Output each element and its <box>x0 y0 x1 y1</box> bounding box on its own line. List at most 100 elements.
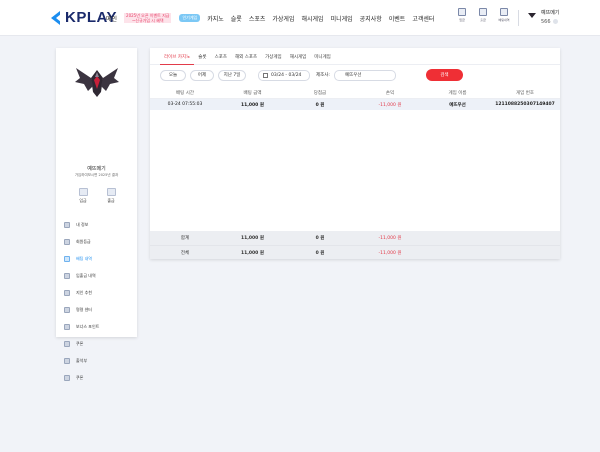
profile-name: 예뜨메기 <box>87 166 106 172</box>
user-menu[interactable]: 예뜨메기 566 <box>528 9 559 25</box>
nav-item-virtual[interactable]: 가상게임 <box>272 14 294 23</box>
sidebar-item-attendance[interactable]: 출석부 <box>64 352 134 369</box>
tab-mini[interactable]: 미니게임 <box>310 48 335 65</box>
chip-icon <box>458 8 466 16</box>
col-header-game-number: 게임 번호 <box>516 91 534 96</box>
cell-game-number: 1211088250307149407 <box>495 102 555 107</box>
top-navigation-bar: KPLAY 메인 2025년 오픈 이벤트 지급 ~신규가입 시 혜택 인기게임… <box>0 0 600 36</box>
deposit-icon <box>78 188 88 196</box>
col-header-profit: 손익 <box>385 91 395 96</box>
search-button[interactable]: 검색 <box>425 69 463 81</box>
tab-slot[interactable]: 슬롯 <box>194 48 210 65</box>
cell-profit: -11,000 원 <box>378 102 402 108</box>
calendar-icon <box>263 72 268 78</box>
sidebar-item-label: 명령 센터 <box>76 306 92 312</box>
message-icon <box>64 306 70 313</box>
coin-icon <box>552 19 558 24</box>
sidebar-item-label: 내 정보 <box>76 221 89 227</box>
bet-history-panel: 라이브 카지노 슬롯 스포츠 해외 스포츠 가상게임 해시게임 미니게임 오늘 … <box>150 48 560 259</box>
sidebar-item-label: 보너스 포인트 <box>76 323 100 329</box>
user-name: 예뜨메기 <box>541 10 560 16</box>
withdraw-button[interactable]: 출금 <box>104 188 118 204</box>
date-range-input[interactable]: 03/24 - 03/24 <box>258 69 310 81</box>
summary-profit: -11,000 원 <box>378 236 402 241</box>
avatar-icon <box>528 13 537 19</box>
sidebar-item-coupon-2[interactable]: 쿠폰 <box>64 369 134 386</box>
list-icon <box>64 255 70 262</box>
summary-bet-amount: 11,000 원 <box>240 236 265 241</box>
game-select-value: 예뜨우선 <box>344 73 362 78</box>
game-select[interactable]: 예뜨우선 <box>333 69 396 81</box>
promo-banner[interactable]: 2025년 오픈 이벤트 지급 ~신규가입 시 혜택 <box>124 13 172 23</box>
nav-item-main[interactable]: 메인 <box>106 14 117 23</box>
filter-today-button[interactable]: 오늘 <box>160 69 186 81</box>
sidebar-item-membership[interactable]: 회원등급 <box>64 233 134 250</box>
deposit-label: 입금 <box>79 198 87 203</box>
history-quick-button[interactable]: 베팅내역 <box>494 8 514 22</box>
nav-item-support[interactable]: 고객센터 <box>412 14 434 23</box>
sidebar-item-transactions[interactable]: 입출금 내역 <box>64 267 134 284</box>
rank-emblem-icon <box>75 68 119 97</box>
nav-tag-popular[interactable]: 인기게임 <box>179 14 201 22</box>
table-header: 배팅 시간 배팅 금액 당첨금 손익 게임 이름 게임 번호 <box>150 88 560 99</box>
profile-sidebar: 예뜨메기 가입하여보시면 2025년 결과 입금 출금 내 정보 회원등급 배팅… <box>56 48 137 381</box>
cell-game-name: 예뜨우선 <box>449 102 466 108</box>
sidebar-menu: 내 정보 회원등급 배팅 내역 입출금 내역 지인 추천 명령 센터 보너스 포… <box>64 216 134 386</box>
game-filter-label: 제조사: <box>316 73 330 78</box>
card-icon <box>479 8 487 16</box>
nav-item-event[interactable]: 이벤트 <box>389 14 406 23</box>
nav-item-notice[interactable]: 공지사항 <box>360 14 382 23</box>
summary-win-amount: 0 원 <box>315 236 325 241</box>
deposit-quick-button[interactable]: 입금 <box>452 8 472 22</box>
sidebar-item-bonus-points[interactable]: 보너스 포인트 <box>64 318 134 335</box>
tab-virtual[interactable]: 가상게임 <box>261 48 286 65</box>
date-range-value: 03/24 - 03/24 <box>271 72 302 78</box>
history-quick-label: 베팅내역 <box>498 18 510 22</box>
nav-item-sports[interactable]: 스포츠 <box>249 14 266 23</box>
sidebar-item-bet-history[interactable]: 배팅 내역 <box>64 250 134 267</box>
promo-line-2: ~신규가입 시 혜택 <box>124 18 172 23</box>
main-nav: 메인 2025년 오픈 이벤트 지급 ~신규가입 시 혜택 인기게임 카지노 슬… <box>106 13 441 23</box>
filter-yesterday-button[interactable]: 어제 <box>190 69 214 81</box>
col-header-bet-amount: 배팅 금액 <box>243 91 262 96</box>
nav-item-slot[interactable]: 슬롯 <box>231 14 242 23</box>
referral-icon <box>64 289 70 296</box>
cell-bet-time: 03-24 07:55:03 <box>167 102 203 107</box>
table-row[interactable]: 03-24 07:55:03 11,000 원 0 원 -11,000 원 예뜨… <box>150 99 560 110</box>
user-points: 566 <box>541 19 559 25</box>
game-tabs: 라이브 카지노 슬롯 스포츠 해외 스포츠 가상게임 해시게임 미니게임 <box>150 48 560 65</box>
nav-item-casino[interactable]: 카지노 <box>207 14 224 23</box>
sidebar-item-my-info[interactable]: 내 정보 <box>64 216 134 233</box>
filter-bar: 오늘 어제 지난 7일 03/24 - 03/24 제조사: 예뜨우선 검색 <box>160 69 463 81</box>
sidebar-item-label: 배팅 내역 <box>76 255 92 261</box>
sidebar-item-label: 출석부 <box>76 357 88 363</box>
nav-item-hash[interactable]: 해시게임 <box>301 14 323 23</box>
profile-subtitle: 가입하여보시면 2025년 결과 <box>74 173 119 177</box>
tab-sports[interactable]: 스포츠 <box>211 48 231 65</box>
col-header-win-amount: 당첨금 <box>313 91 327 96</box>
deposit-quick-label: 입금 <box>459 18 465 22</box>
tab-hash[interactable]: 해시게임 <box>286 48 311 65</box>
filter-last7-button[interactable]: 지난 7일 <box>218 69 246 81</box>
summary-row-subtotal: 합계 11,000 원 0 원 -11,000 원 <box>150 231 560 245</box>
sidebar-item-coupon[interactable]: 쿠폰 <box>64 335 134 352</box>
col-header-bet-time: 배팅 시간 <box>176 91 194 96</box>
ticket-icon <box>64 374 70 381</box>
withdraw-quick-button[interactable]: 출금 <box>473 8 493 22</box>
nav-item-mini[interactable]: 미니게임 <box>331 14 353 23</box>
sidebar-item-label: 쿠폰 <box>76 374 84 380</box>
sidebar-item-label: 회원등급 <box>76 238 91 244</box>
logo-mark-icon <box>49 10 63 26</box>
sidebar-item-message-center[interactable]: 명령 센터 <box>64 301 134 318</box>
tab-live-casino[interactable]: 라이브 카지노 <box>160 48 195 65</box>
deposit-button[interactable]: 입금 <box>76 188 90 204</box>
sidebar-item-label: 지인 추천 <box>76 289 92 295</box>
withdraw-icon <box>106 188 116 196</box>
summary-label: 전체 <box>180 250 190 256</box>
quick-icons: 입금 출금 베팅내역 <box>452 8 515 22</box>
cell-win-amount: 0 원 <box>315 102 325 108</box>
tab-overseas-sports[interactable]: 해외 스포츠 <box>231 48 261 65</box>
sidebar-item-referral[interactable]: 지인 추천 <box>64 284 134 301</box>
withdraw-label: 출금 <box>107 198 115 203</box>
withdraw-quick-label: 출금 <box>480 18 486 22</box>
